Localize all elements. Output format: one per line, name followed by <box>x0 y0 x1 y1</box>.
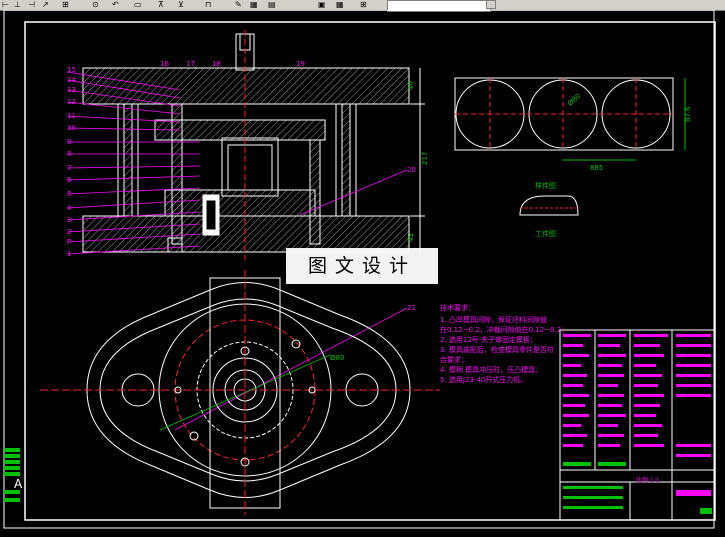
part-label: 9 <box>67 138 71 146</box>
small-part-view <box>519 195 579 216</box>
watermark: 图文设计 <box>286 248 438 284</box>
svg-text:217: 217 <box>421 152 429 165</box>
part-label: 3 <box>67 216 71 224</box>
polar-icon[interactable]: ↗ <box>42 0 49 9</box>
dim-text: Ø80 <box>330 354 344 362</box>
part-label: 6 <box>67 176 72 184</box>
part-label: 2 <box>67 228 71 236</box>
part-label: 20 <box>407 166 416 174</box>
view-label: 样件图 <box>535 181 556 190</box>
part-label: 18 <box>212 60 221 68</box>
calc-icon[interactable]: ⊞ <box>360 0 367 9</box>
part-label: 15 <box>67 66 76 74</box>
osnap-icon[interactable]: ⊞ <box>62 0 69 9</box>
svg-text:45: 45 <box>407 233 415 242</box>
grid-icon[interactable]: ⊣ <box>28 0 35 9</box>
part-label: 10 <box>67 124 76 132</box>
dropdown-button[interactable] <box>486 0 496 9</box>
part-label: 16 <box>160 60 169 68</box>
strip-layout <box>454 77 686 161</box>
svg-text:1. 凸凹模具间隙，保证坯料间隙值: 1. 凸凹模具间隙，保证坯料间隙值 <box>440 315 547 324</box>
otrack-icon[interactable]: ⊙ <box>92 0 99 9</box>
svg-text:40: 40 <box>407 81 415 90</box>
dist-icon[interactable]: ▤ <box>268 0 276 9</box>
svg-text:合要求；: 合要求； <box>440 355 468 364</box>
dim-text: 87.6 <box>684 106 692 122</box>
scale-text: 比例 1:1 <box>636 476 660 484</box>
svg-text:2. 选用12号 夹子做固定模板；: 2. 选用12号 夹子做固定模板； <box>440 335 537 344</box>
section-view <box>82 30 425 260</box>
part-label: 19 <box>296 60 305 68</box>
svg-text:技术要求：: 技术要求： <box>440 303 475 312</box>
table-icon[interactable]: ▣ <box>318 0 326 9</box>
part-label: 13 <box>67 86 76 94</box>
hatch-icon[interactable]: ⊻ <box>178 0 184 9</box>
dim-text: 40 217 45 <box>407 81 429 242</box>
part-label: 5 <box>67 190 71 198</box>
part-label: P <box>67 238 71 246</box>
part-label: 11 <box>67 112 76 120</box>
part-label: 7 <box>67 164 71 172</box>
svg-text:5. 选用J23-40开式压力机。: 5. 选用J23-40开式压力机。 <box>440 375 527 384</box>
part-label: 21 <box>407 304 416 312</box>
table2-icon[interactable]: ▦ <box>336 0 344 9</box>
dim-text: 885 <box>590 164 603 172</box>
part-label: 4 <box>67 204 72 212</box>
part-label: 14 <box>67 76 76 84</box>
ortho-icon[interactable]: ⊢ <box>2 0 9 9</box>
part-label: 8 <box>67 150 71 158</box>
tech-notes: 技术要求： 1. 凸凹模具间隙，保证坯料间隙值 在0.12~0.2，冲裁间隙值在… <box>440 303 568 384</box>
match-icon[interactable]: ▦ <box>250 0 258 9</box>
svg-text:4. 模柄 模具冲压时，压凸模具；: 4. 模柄 模具冲压时，压凸模具； <box>440 365 542 374</box>
text-icon[interactable]: ⊓ <box>205 0 211 9</box>
part-label: 1 <box>67 250 71 258</box>
view-label: 工件图 <box>535 229 556 238</box>
part-label: 12 <box>67 98 76 106</box>
svg-text:3. 模具装配后，检查模具零件是否符: 3. 模具装配后，检查模具零件是否符 <box>440 345 554 354</box>
revision-label: A <box>14 477 23 491</box>
part-label: 17 <box>186 60 195 68</box>
dim-text: Ø80 <box>566 92 582 107</box>
plan-view-bottom <box>40 270 440 515</box>
title-block-entries <box>563 334 711 496</box>
snap-icon[interactable]: ⊥ <box>14 0 21 9</box>
undo-icon[interactable]: ↶ <box>112 0 119 9</box>
properties-icon[interactable]: ✎ <box>235 0 242 9</box>
dimension-icon[interactable]: ⊼ <box>158 0 164 9</box>
layer-icon[interactable]: ▭ <box>134 0 142 9</box>
svg-text:在0.12~0.2，冲裁间隙值在0.12~0.2；: 在0.12~0.2，冲裁间隙值在0.12~0.2； <box>440 325 568 334</box>
